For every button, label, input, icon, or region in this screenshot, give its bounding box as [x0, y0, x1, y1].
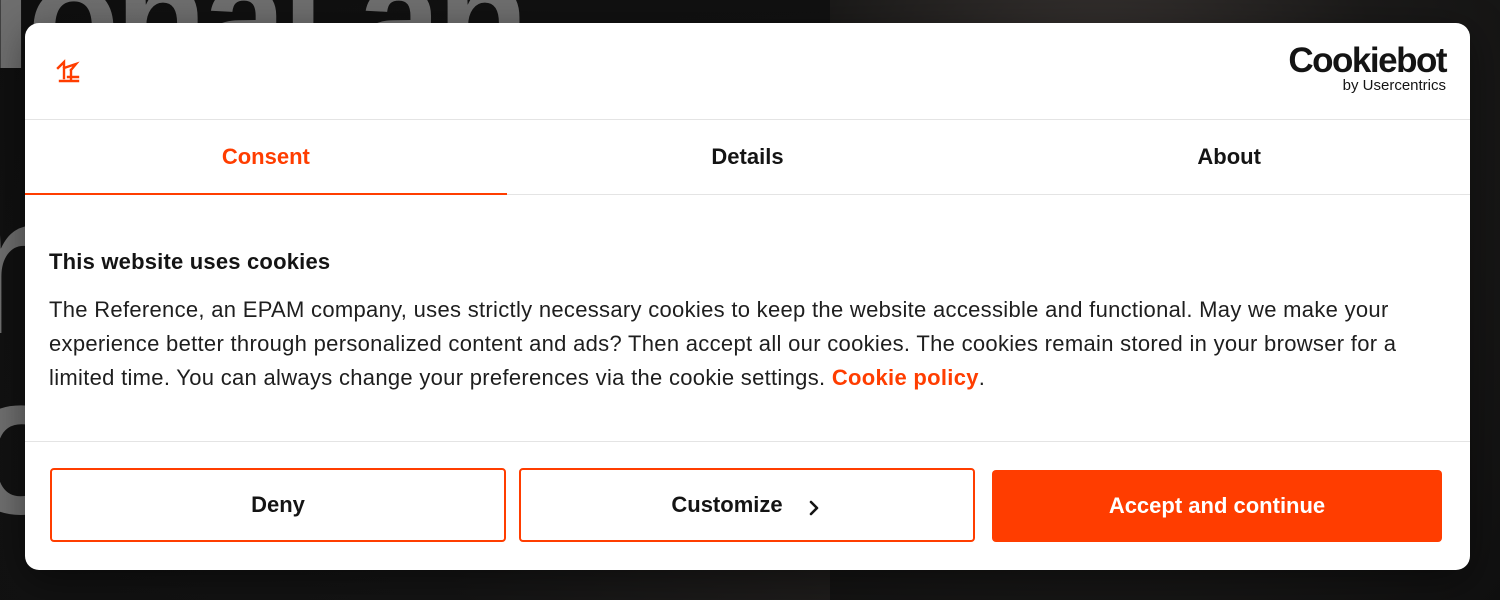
cookie-policy-link[interactable]: Cookie policy	[832, 365, 979, 390]
footer-divider	[25, 441, 1470, 442]
consent-description: The Reference, an EPAM company, uses str…	[49, 293, 1449, 395]
tab-about[interactable]: About	[988, 120, 1470, 194]
deny-button-label: Deny	[251, 492, 305, 517]
chevron-right-icon	[809, 500, 818, 516]
dialog-header: Cookiebot by Usercentrics	[25, 23, 1470, 120]
cookie-consent-dialog: Cookiebot by Usercentrics Consent Detail…	[25, 23, 1470, 570]
customize-button[interactable]: Customize	[519, 468, 975, 542]
consent-body-suffix: .	[978, 365, 986, 390]
cookiebot-byline: by Usercentrics	[1342, 77, 1446, 94]
cookiebot-logo[interactable]: Cookiebot by Usercentrics	[1288, 41, 1447, 94]
consent-content: This website uses cookies The Reference,…	[49, 247, 1449, 395]
tab-consent[interactable]: Consent	[25, 120, 507, 195]
tab-details[interactable]: Details	[507, 120, 989, 194]
cookiebot-name: Cookiebot	[1288, 41, 1447, 80]
customize-button-label: Customize	[671, 492, 783, 517]
accept-button-label: Accept and continue	[1108, 493, 1326, 518]
the-reference-logo-icon	[56, 59, 80, 83]
tab-bar: Consent Details About	[25, 120, 1470, 195]
deny-button[interactable]: Deny	[50, 468, 506, 542]
consent-title: This website uses cookies	[49, 249, 331, 274]
accept-and-continue-button[interactable]: Accept and continue	[992, 470, 1442, 542]
consent-body-text: The Reference, an EPAM company, uses str…	[49, 297, 1397, 390]
